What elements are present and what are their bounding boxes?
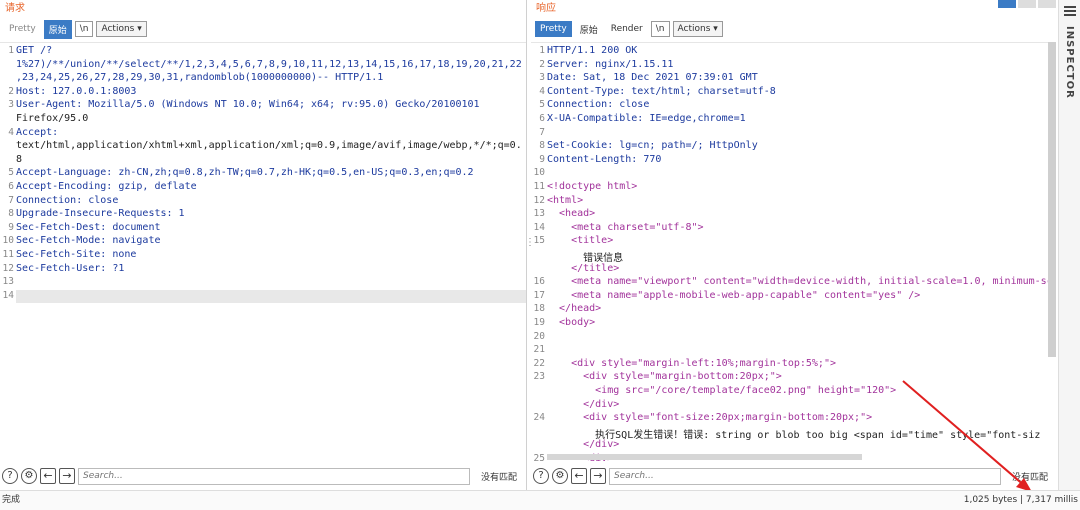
response-stats: 1,025 bytes | 7,317 millis [963,495,1078,505]
annotation-arrow-line [902,380,1027,488]
annotation-arrow [902,380,1032,492]
status-bar: 完成 1,025 bytes | 7,317 millis [0,490,1080,510]
status-text: 完成 [2,495,21,505]
